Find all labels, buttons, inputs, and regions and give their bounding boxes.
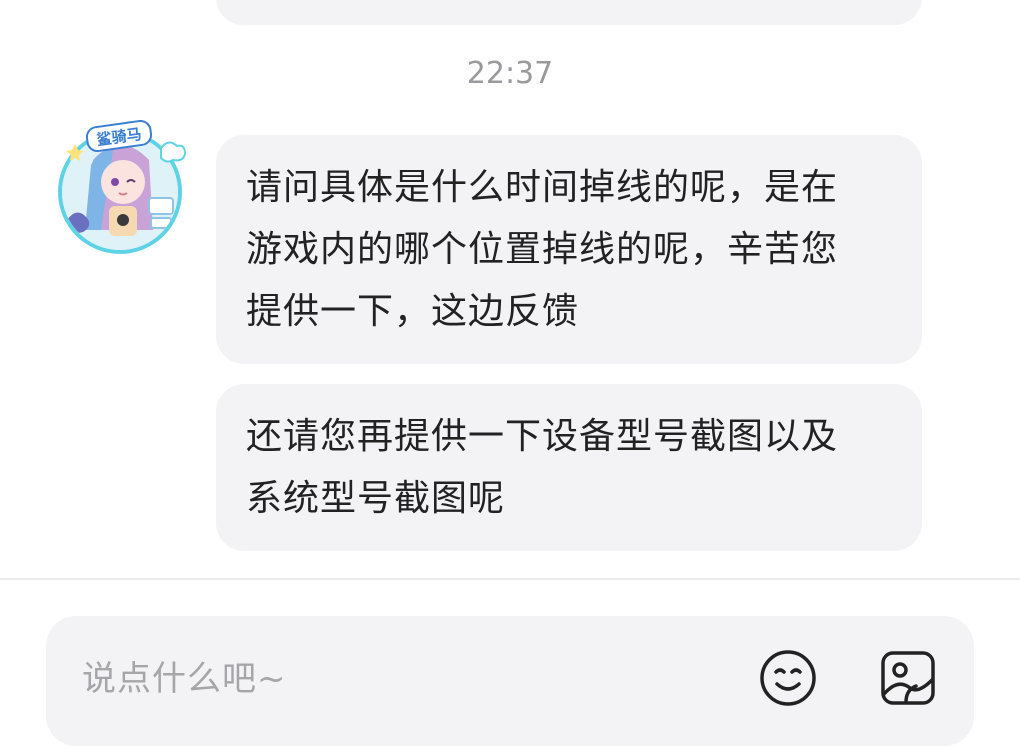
message-text-line: 提供一下，这边反馈 (246, 291, 580, 332)
avatar-illustration-icon: 鲨骑马 (58, 120, 187, 254)
message-bubble[interactable]: 请问具体是什么时间掉线的呢，是在 游戏内的哪个位置掉线的呢，辛苦您 提供一下，这… (216, 135, 922, 364)
chat-message-list[interactable]: 22:37 鲨骑马 请问具体是什么时间掉线的呢，是在 游戏内的哪个位置掉线的呢，… (0, 0, 1020, 578)
message-input-placeholder: 说点什么吧~ (82, 659, 287, 699)
message-timestamp: 22:37 (466, 56, 554, 91)
message-text-line: 游戏内的哪个位置掉线的呢，辛苦您 (246, 229, 839, 270)
chat-input-bar: 说点什么吧~ (0, 578, 1020, 746)
message-text-line: 请问具体是什么时间掉线的呢，是在 (246, 167, 839, 208)
emoji-button[interactable] (758, 648, 818, 708)
message-bubble[interactable]: 还请您再提供一下设备型号截图以及 系统型号截图呢 (216, 384, 922, 551)
message-text-line: 系统型号截图呢 (246, 478, 506, 519)
image-picture-icon (881, 651, 935, 705)
image-button[interactable] (878, 648, 938, 708)
agent-avatar[interactable]: 鲨骑马 (53, 120, 187, 256)
previous-message-bubble (216, 0, 922, 25)
message-text-line: 还请您再提供一下设备型号截图以及 (246, 416, 839, 457)
smile-emoji-icon (760, 650, 816, 706)
message-input[interactable]: 说点什么吧~ (46, 616, 974, 746)
